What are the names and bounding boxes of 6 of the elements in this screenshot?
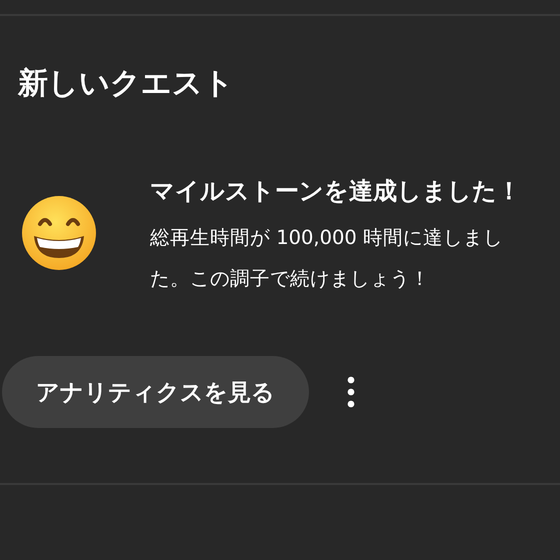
quest-description: 総再生時間が 100,000 時間に達しました。この調子で続けましょう！ (150, 224, 504, 292)
view-analytics-button[interactable]: アナリティクスを見る (2, 356, 309, 428)
grinning-emoji-icon (20, 194, 98, 272)
quest-heading: マイルストーンを達成しました！ (150, 176, 522, 206)
more-options-icon[interactable] (347, 376, 355, 408)
section-title: 新しいクエスト (16, 65, 235, 103)
